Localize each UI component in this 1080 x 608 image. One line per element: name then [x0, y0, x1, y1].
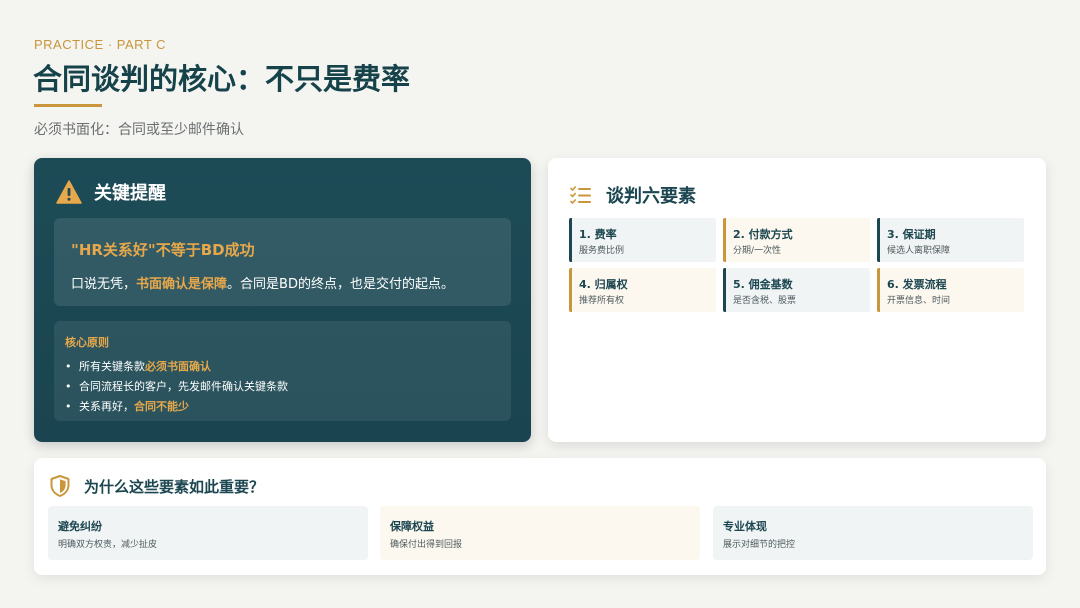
principle-highlight: 必须书面确认	[145, 360, 211, 373]
element-title: 5. 佣金基数	[733, 278, 793, 291]
callout-text-post: 。合同是BD的终点，也是交付的起点。	[227, 277, 454, 292]
element-item-guarantee: 3. 保证期 候选人离职保障	[877, 218, 1024, 262]
why-item-desc: 明确双方权责，减少扯皮	[58, 540, 158, 550]
element-item-rate: 1. 费率 服务费比例	[569, 218, 716, 262]
why-item-title: 保障权益	[390, 520, 434, 533]
principle-text: 所有关键条款	[79, 360, 145, 373]
element-desc: 开票信息、时间	[887, 296, 951, 306]
checklist-icon	[570, 186, 591, 204]
callout-title: "HR关系好"不等于BD成功	[71, 241, 255, 259]
bullet-dot: •	[65, 380, 72, 393]
principle-highlight: 合同不能少	[134, 400, 189, 413]
why-item-avoid-disputes: 避免纠纷 明确双方权责，减少扯皮	[48, 506, 368, 560]
why-important-header: 为什么这些要素如此重要？	[50, 475, 264, 497]
warning-triangle-icon	[56, 180, 82, 204]
element-title: 6. 发票流程	[887, 278, 947, 291]
bullet-dot: •	[65, 400, 72, 413]
why-item-desc: 确保付出得到回报	[390, 540, 463, 550]
six-elements-card: 谈判六要素 1. 费率 服务费比例 2. 付款方式 分期/一次性 3. 保证期 …	[548, 158, 1046, 442]
why-item-desc: 展示对细节的把控	[723, 540, 796, 550]
why-item-title: 专业体现	[723, 520, 767, 533]
key-reminder-card: 关键提醒 "HR关系好"不等于BD成功 口说无凭，书面确认是保障。合同是BD的终…	[34, 158, 531, 442]
principle-item: • 合同流程长的客户，先发邮件确认关键条款	[65, 377, 288, 397]
six-elements-header: 谈判六要素	[570, 182, 696, 208]
element-item-commission-base: 5. 佣金基数 是否含税、股票	[723, 268, 870, 312]
callout-text-pre: 口说无凭，	[71, 277, 137, 292]
element-title: 4. 归属权	[579, 278, 628, 291]
element-desc: 推荐所有权	[579, 296, 625, 306]
why-important-title: 为什么这些要素如此重要？	[84, 477, 265, 496]
principle-text: 关系再好，	[79, 400, 134, 413]
principle-item: • 关系再好，合同不能少	[65, 397, 288, 417]
principle-item: • 所有关键条款必须书面确认	[65, 357, 288, 377]
six-elements-title: 谈判六要素	[606, 186, 696, 207]
principles-title: 核心原则	[65, 336, 109, 349]
why-important-card: 为什么这些要素如此重要？ 避免纠纷 明确双方权责，减少扯皮 保障权益 确保付出得…	[34, 458, 1046, 575]
bullet-dot: •	[65, 360, 72, 373]
why-item-title: 避免纠纷	[58, 520, 102, 533]
callout-box: "HR关系好"不等于BD成功 口说无凭，书面确认是保障。合同是BD的终点，也是交…	[54, 218, 511, 306]
callout-text: 口说无凭，书面确认是保障。合同是BD的终点，也是交付的起点。	[71, 273, 454, 292]
element-desc: 是否含税、股票	[733, 296, 797, 306]
callout-text-highlight: 书面确认是保障	[136, 277, 228, 292]
page-title: 合同谈判的核心：不只是费率	[33, 62, 411, 96]
why-item-professionalism: 专业体现 展示对细节的把控	[713, 506, 1033, 560]
section-kicker: PRACTICE · PART C	[34, 37, 167, 52]
shield-icon	[50, 475, 70, 497]
principles-box: 核心原则 • 所有关键条款必须书面确认 • 合同流程长的客户，先发邮件确认关键条款 …	[54, 321, 511, 421]
element-item-payment: 2. 付款方式 分期/一次性	[723, 218, 870, 262]
key-reminder-title: 关键提醒	[94, 183, 166, 204]
principle-text: 合同流程长的客户，先发邮件确认关键条款	[79, 380, 288, 393]
key-reminder-header: 关键提醒	[56, 179, 166, 205]
element-desc: 服务费比例	[579, 246, 625, 256]
principles-list: • 所有关键条款必须书面确认 • 合同流程长的客户，先发邮件确认关键条款 • 关系再好…	[65, 357, 288, 417]
element-title: 2. 付款方式	[733, 228, 793, 241]
element-desc: 分期/一次性	[733, 246, 782, 256]
element-item-ownership: 4. 归属权 推荐所有权	[569, 268, 716, 312]
title-underline	[34, 104, 102, 107]
element-title: 3. 保证期	[887, 228, 936, 241]
element-item-invoice: 6. 发票流程 开票信息、时间	[877, 268, 1024, 312]
page-subtitle: 必须书面化：合同或至少邮件确认	[34, 122, 244, 138]
element-title: 1. 费率	[579, 228, 617, 241]
why-item-protect-rights: 保障权益 确保付出得到回报	[380, 506, 700, 560]
element-desc: 候选人离职保障	[887, 246, 951, 256]
